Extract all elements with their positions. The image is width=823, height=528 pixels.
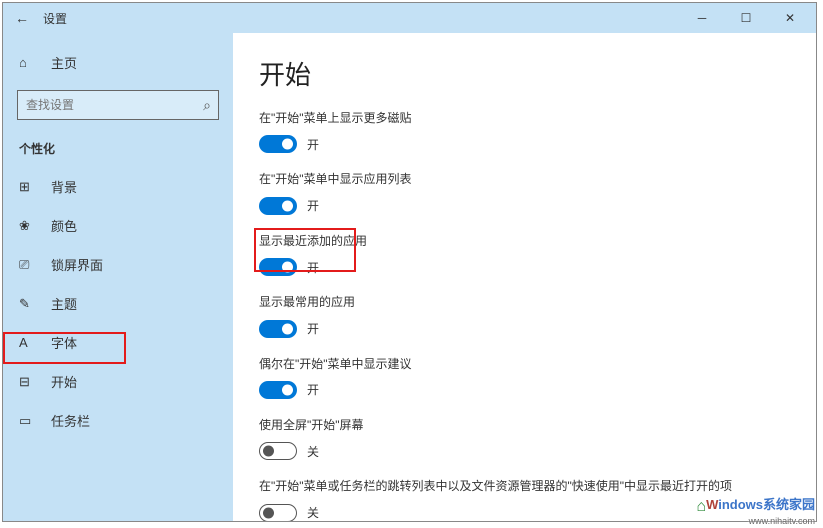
toggle-recently-added[interactable] (259, 258, 297, 276)
nav: ⊞ 背景 ❀ 颜色 ⎚ 锁屏界面 ✎ 主题 A 字体 ⊟ 开始 ▭ 任务栏 (3, 167, 233, 440)
toggle-most-used[interactable] (259, 320, 297, 338)
setting-recently-added: 显示最近添加的应用 开 (259, 233, 790, 276)
content: 开始 在"开始"菜单上显示更多磁贴 开 在"开始"菜单中显示应用列表 开 显示最… (233, 33, 816, 521)
setting-label: 显示最近添加的应用 (259, 233, 790, 250)
toggle-state: 开 (307, 136, 319, 153)
sidebar-item-taskbar[interactable]: ▭ 任务栏 (3, 401, 233, 440)
setting-fullscreen: 使用全屏"开始"屏幕 关 (259, 417, 790, 460)
fonts-icon: A (19, 335, 37, 350)
titlebar: ← 设置 ─ ☐ ✕ (3, 3, 816, 33)
toggle-state: 开 (307, 320, 319, 337)
sidebar-item-label: 主题 (51, 294, 77, 313)
start-icon: ⊟ (19, 374, 37, 390)
toggle-app-list[interactable] (259, 197, 297, 215)
watermark: ⌂Windows系统家园 www.nihaitv.com (696, 494, 815, 526)
sidebar-item-background[interactable]: ⊞ 背景 (3, 167, 233, 206)
toggle-suggestions[interactable] (259, 381, 297, 399)
setting-most-used: 显示最常用的应用 开 (259, 294, 790, 337)
window-controls: ─ ☐ ✕ (680, 3, 812, 33)
setting-label: 偶尔在"开始"菜单中显示建议 (259, 356, 790, 373)
toggle-state: 开 (307, 381, 319, 398)
window-title: 设置 (43, 10, 67, 27)
setting-more-tiles: 在"开始"菜单上显示更多磁贴 开 (259, 110, 790, 153)
sidebar-item-label: 背景 (51, 177, 77, 196)
category-label: 个性化 (3, 136, 233, 167)
setting-suggestions: 偶尔在"开始"菜单中显示建议 开 (259, 356, 790, 399)
search-wrap: ⌕ (17, 90, 219, 120)
page-title: 开始 (259, 55, 790, 92)
sidebar-item-label: 任务栏 (51, 411, 90, 430)
house-icon: ⌂ (696, 498, 706, 515)
close-button[interactable]: ✕ (768, 3, 812, 33)
sidebar-item-label: 颜色 (51, 216, 77, 235)
watermark-sub: www.nihaitv.com (696, 516, 815, 526)
sidebar-item-label: 锁屏界面 (51, 255, 103, 274)
search-input[interactable] (17, 90, 219, 120)
home-label: 主页 (51, 53, 77, 72)
setting-label: 在"开始"菜单中显示应用列表 (259, 171, 790, 188)
sidebar-item-start[interactable]: ⊟ 开始 (3, 362, 233, 401)
themes-icon: ✎ (19, 296, 37, 312)
toggle-fullscreen[interactable] (259, 442, 297, 460)
background-icon: ⊞ (19, 179, 37, 195)
minimize-button[interactable]: ─ (680, 3, 724, 33)
toggle-state: 开 (307, 197, 319, 214)
sidebar-item-fonts[interactable]: A 字体 (3, 323, 233, 362)
taskbar-icon: ▭ (19, 413, 37, 429)
home-button[interactable]: ⌂ 主页 (3, 45, 233, 80)
setting-label: 显示最常用的应用 (259, 294, 790, 311)
setting-app-list: 在"开始"菜单中显示应用列表 开 (259, 171, 790, 214)
setting-label: 在"开始"菜单上显示更多磁贴 (259, 110, 790, 127)
toggle-jump-list[interactable] (259, 504, 297, 521)
search-icon: ⌕ (203, 97, 211, 114)
sidebar-item-lockscreen[interactable]: ⎚ 锁屏界面 (3, 245, 233, 284)
sidebar: ⌂ 主页 ⌕ 个性化 ⊞ 背景 ❀ 颜色 ⎚ 锁屏界面 ✎ 主题 A 字体 ⊟ 开始 ▭ 任务… (3, 33, 233, 521)
setting-label: 使用全屏"开始"屏幕 (259, 417, 790, 434)
back-button[interactable]: ← (7, 10, 37, 26)
colors-icon: ❀ (19, 218, 37, 234)
toggle-state: 关 (307, 504, 319, 521)
sidebar-item-label: 字体 (51, 333, 77, 352)
toggle-more-tiles[interactable] (259, 135, 297, 153)
sidebar-item-colors[interactable]: ❀ 颜色 (3, 206, 233, 245)
toggle-state: 关 (307, 443, 319, 460)
sidebar-item-themes[interactable]: ✎ 主题 (3, 284, 233, 323)
maximize-button[interactable]: ☐ (724, 3, 768, 33)
home-icon: ⌂ (19, 55, 37, 70)
lockscreen-icon: ⎚ (19, 257, 37, 273)
toggle-state: 开 (307, 259, 319, 276)
sidebar-item-label: 开始 (51, 372, 77, 391)
